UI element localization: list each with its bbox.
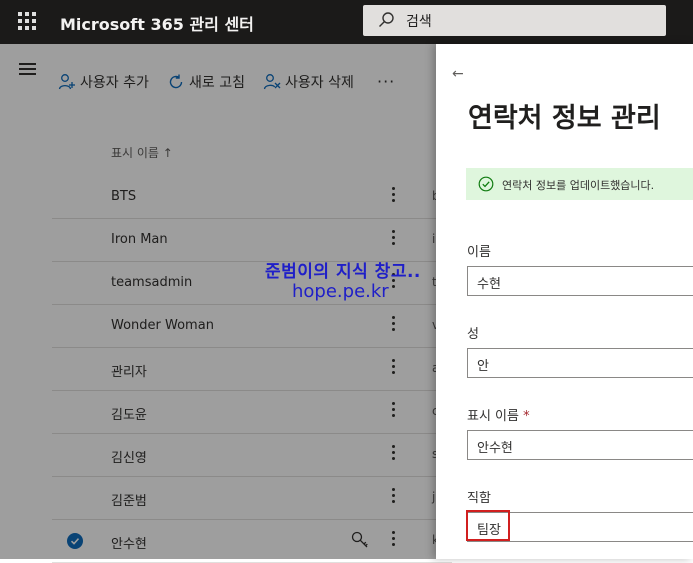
display-name-label: 표시 이름 *	[467, 405, 530, 424]
success-check-icon	[478, 176, 494, 192]
search-input[interactable]: 검색	[406, 11, 432, 31]
last-name-label: 성	[467, 327, 479, 342]
top-bar: Microsoft 365 관리 센터 검색	[0, 0, 693, 44]
app-launcher-icon[interactable]	[18, 12, 36, 30]
display-name-field[interactable]: 안수현	[467, 430, 693, 460]
highlight-box	[466, 510, 510, 541]
contact-info-panel: ← 연락처 정보 관리 연락처 정보를 업데이트했습니다. 이름 수현 성 안 …	[436, 44, 693, 559]
first-name-label: 이름	[467, 245, 491, 260]
watermark-line-2: hope.pe.kr	[292, 281, 389, 302]
back-button[interactable]: ←	[452, 66, 464, 82]
watermark-line-1: 준범이의 지식 창고..	[265, 262, 421, 282]
first-name-value: 수현	[477, 277, 501, 292]
required-mark: *	[523, 409, 530, 424]
job-title-label: 직함	[467, 491, 491, 506]
search-box[interactable]: 검색	[363, 5, 666, 36]
success-message-bar: 연락처 정보를 업데이트했습니다.	[466, 168, 693, 200]
last-name-value: 안	[477, 359, 489, 374]
app-title[interactable]: Microsoft 365 관리 센터	[60, 11, 254, 35]
search-icon	[379, 12, 394, 27]
success-message-text: 연락처 정보를 업데이트했습니다.	[502, 179, 655, 192]
panel-title: 연락처 정보 관리	[468, 103, 661, 134]
last-name-field[interactable]: 안	[467, 348, 693, 378]
display-name-label-text: 표시 이름	[467, 409, 519, 424]
display-name-value: 안수현	[477, 441, 513, 456]
first-name-field[interactable]: 수현	[467, 266, 693, 296]
